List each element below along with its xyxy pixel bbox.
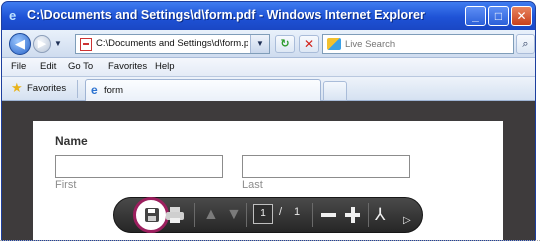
menu-file[interactable]: File [11, 61, 26, 72]
page-separator: / [279, 206, 283, 218]
page-total: 1 [294, 206, 301, 218]
menu-help[interactable]: Help [155, 61, 175, 72]
minimize-button[interactable]: _ [465, 6, 486, 26]
first-label: First [55, 179, 77, 191]
window-title: C:\Documents and Settings\d\form.pdf - W… [27, 8, 425, 22]
toolbar-divider [312, 203, 313, 227]
print-button[interactable] [166, 207, 184, 223]
save-icon [145, 208, 159, 222]
zoom-out-icon[interactable] [321, 213, 336, 217]
live-search-logo-icon [327, 38, 341, 50]
toolbar-divider [368, 203, 369, 227]
menu-edit[interactable]: Edit [40, 61, 56, 72]
search-button[interactable]: ⌕ [516, 34, 535, 54]
page-number-input[interactable]: 1 [253, 204, 273, 224]
ie-tab-icon: e [91, 83, 98, 97]
menu-favorites[interactable]: Favorites [108, 61, 147, 72]
divider [77, 80, 78, 98]
tab-form[interactable]: e form [85, 79, 321, 102]
favorites-button[interactable]: Favorites [27, 83, 66, 94]
toolbar-divider [194, 203, 195, 227]
first-name-field[interactable] [55, 155, 223, 178]
back-button[interactable]: ◀ [9, 33, 31, 55]
address-bar[interactable]: C:\Documents and Settings\d\form.pdf ▼ [75, 34, 270, 54]
title-bar: e C:\Documents and Settings\d\form.pdf -… [2, 2, 535, 30]
forward-button[interactable]: ▶ [33, 35, 51, 53]
acrobat-icon[interactable]: ⅄ [375, 203, 385, 227]
search-input[interactable] [345, 37, 505, 51]
menu-go-to[interactable]: Go To [68, 61, 93, 72]
close-button[interactable]: ✕ [511, 6, 532, 26]
maximize-button[interactable]: □ [488, 6, 509, 26]
favorites-star-icon: ★ [11, 80, 23, 95]
favorites-bar: ★ Favorites e form [2, 77, 535, 102]
address-dropdown-icon[interactable]: ▼ [250, 35, 269, 53]
previous-page-icon[interactable]: ▲ [203, 203, 219, 227]
cursor-icon: ▷ [403, 215, 411, 226]
save-button[interactable] [133, 197, 169, 233]
history-dropdown-icon[interactable]: ▼ [54, 39, 62, 48]
search-box[interactable] [322, 34, 514, 54]
refresh-button[interactable]: ↻ [275, 35, 295, 53]
menu-bar: File Edit Go To Favorites Help [2, 58, 535, 77]
stop-button[interactable]: ✕ [299, 35, 319, 53]
new-tab-button[interactable] [323, 81, 347, 101]
navigation-bar: ◀ ▶ ▼ C:\Documents and Settings\d\form.p… [2, 30, 535, 58]
last-label: Last [242, 179, 263, 191]
ie-logo-icon: e [9, 8, 17, 23]
last-name-field[interactable] [242, 155, 410, 178]
pdf-file-icon [80, 38, 92, 51]
name-label: Name [55, 134, 88, 148]
tab-title: form [104, 85, 123, 96]
toolbar-divider [246, 203, 247, 227]
next-page-icon[interactable]: ▼ [226, 203, 242, 227]
address-text: C:\Documents and Settings\d\form.pdf [96, 38, 248, 49]
